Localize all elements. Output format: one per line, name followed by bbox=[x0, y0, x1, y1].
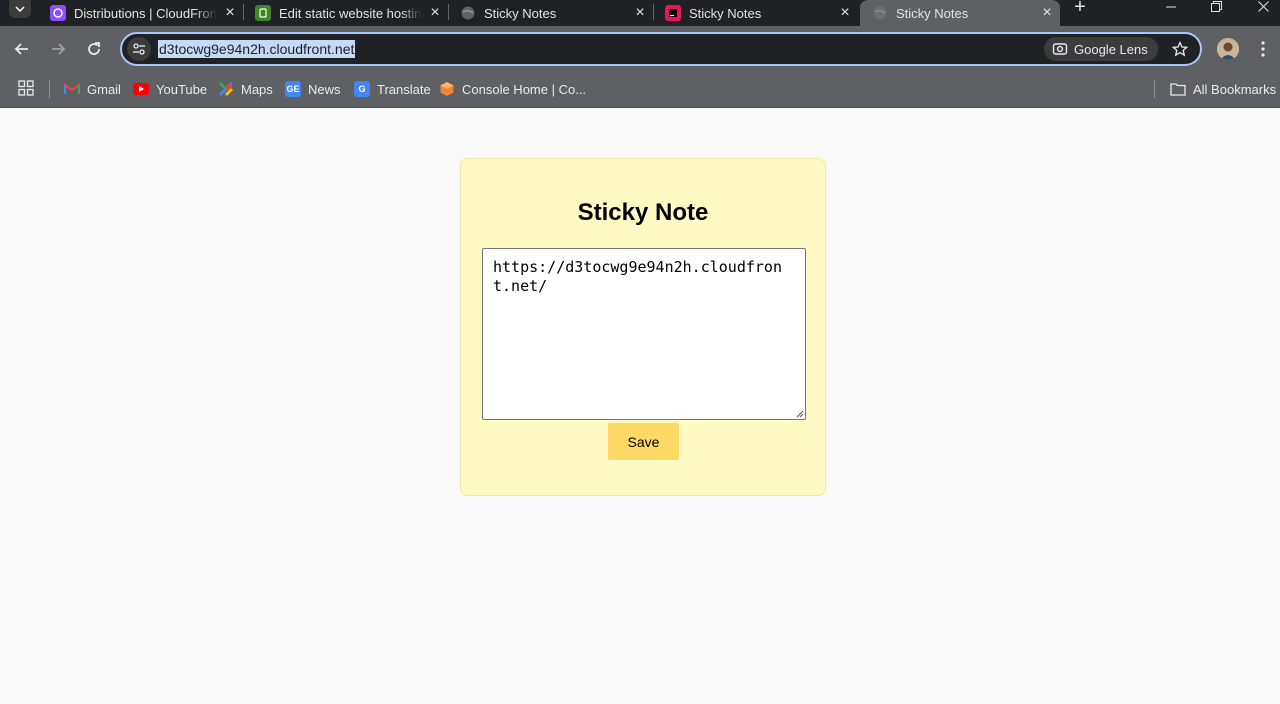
back-arrow-icon[interactable] bbox=[9, 36, 35, 62]
bookmark-label: News bbox=[308, 81, 341, 97]
close-icon[interactable]: × bbox=[217, 4, 243, 22]
news-icon: GE bbox=[285, 81, 301, 97]
gmail-icon bbox=[64, 81, 80, 97]
tab-title: Edit static website hosting bbox=[279, 5, 422, 21]
bookmark-maps[interactable]: Maps bbox=[218, 78, 273, 100]
bookmarks-bar: Gmail YouTube Maps GE News G Translate C… bbox=[0, 72, 1280, 108]
s3-icon bbox=[255, 5, 271, 21]
all-bookmarks-button[interactable]: All Bookmarks bbox=[1170, 78, 1276, 100]
tab-title: Sticky Notes bbox=[484, 5, 557, 21]
forward-arrow-icon[interactable] bbox=[45, 36, 71, 62]
note-textarea[interactable]: https://d3tocwg9e94n2h.cloudfront.net/ bbox=[482, 248, 806, 420]
apps-grid-icon[interactable] bbox=[18, 80, 36, 98]
bookmark-divider bbox=[1154, 80, 1155, 98]
reload-icon[interactable] bbox=[81, 36, 107, 62]
close-icon[interactable]: × bbox=[627, 4, 653, 22]
all-bookmarks-label: All Bookmarks bbox=[1193, 81, 1277, 97]
close-icon[interactable]: × bbox=[832, 4, 858, 22]
save-button[interactable]: Save bbox=[608, 423, 679, 460]
google-lens-button[interactable]: Google Lens bbox=[1044, 37, 1158, 61]
tab-title: Distributions | CloudFront bbox=[74, 5, 217, 21]
tab-title: Sticky Notes bbox=[896, 5, 969, 21]
restore-icon[interactable] bbox=[1201, 0, 1231, 14]
close-window-icon[interactable] bbox=[1248, 0, 1278, 14]
page-title: Sticky Note bbox=[577, 199, 709, 226]
close-icon[interactable]: × bbox=[422, 4, 448, 22]
bookmark-youtube[interactable]: YouTube bbox=[133, 78, 207, 100]
bookmark-label: Gmail bbox=[87, 81, 121, 97]
globe-icon bbox=[460, 5, 476, 21]
tab-sticky-notes-2[interactable]: Sticky Notes × bbox=[653, 0, 858, 26]
camera-lens-icon bbox=[1052, 43, 1068, 55]
new-tab-plus-icon[interactable]: + bbox=[1069, 0, 1091, 17]
bookmark-label: Translate bbox=[377, 81, 431, 97]
more-vert-icon[interactable] bbox=[1252, 38, 1274, 60]
profile-avatar[interactable] bbox=[1217, 38, 1239, 60]
globe-icon bbox=[872, 5, 888, 21]
youtube-icon bbox=[133, 83, 149, 95]
tab-title: Sticky Notes bbox=[689, 5, 762, 21]
bookmark-divider bbox=[49, 80, 50, 98]
sticky-note-card: Sticky Note https://d3tocwg9e94n2h.cloud… bbox=[460, 158, 826, 496]
bookmark-translate[interactable]: G Translate bbox=[354, 78, 431, 100]
close-icon[interactable]: × bbox=[1034, 4, 1060, 22]
maps-icon bbox=[218, 81, 234, 97]
tab-sticky-notes-1[interactable]: Sticky Notes × bbox=[448, 0, 653, 26]
folder-icon bbox=[1170, 81, 1186, 97]
translate-icon: G bbox=[354, 81, 370, 97]
browser-toolbar: d3tocwg9e94n2h.cloudfront.net Google Len… bbox=[0, 26, 1280, 72]
address-bar[interactable]: d3tocwg9e94n2h.cloudfront.net Google Len… bbox=[120, 32, 1202, 66]
bookmark-star-icon[interactable] bbox=[1168, 37, 1192, 61]
bookmark-gmail[interactable]: Gmail bbox=[64, 78, 121, 100]
cloudfront-icon bbox=[50, 5, 66, 21]
bookmark-aws-console[interactable]: Console Home | Co... bbox=[439, 78, 586, 100]
bookmark-label: Console Home | Co... bbox=[462, 81, 587, 97]
resize-grip-icon[interactable] bbox=[795, 409, 804, 418]
tab-strip: Distributions | CloudFront × Edit static… bbox=[0, 0, 1280, 26]
intellij-icon bbox=[665, 5, 681, 21]
bookmark-news[interactable]: GE News bbox=[285, 78, 341, 100]
bookmark-label: YouTube bbox=[156, 81, 208, 97]
tab-sticky-notes-active[interactable]: Sticky Notes × bbox=[860, 0, 1060, 26]
minimize-icon[interactable] bbox=[1156, 0, 1186, 14]
tab-cloudfront[interactable]: Distributions | CloudFront × bbox=[38, 0, 243, 26]
google-lens-label: Google Lens bbox=[1074, 41, 1148, 57]
aws-console-icon bbox=[439, 81, 455, 97]
bookmark-label: Maps bbox=[241, 81, 273, 97]
url-text[interactable]: d3tocwg9e94n2h.cloudfront.net bbox=[158, 40, 356, 58]
tab-search-chevron-icon[interactable] bbox=[9, 0, 31, 18]
site-info-tune-icon[interactable] bbox=[127, 37, 151, 61]
tab-s3-hosting[interactable]: Edit static website hosting × bbox=[243, 0, 448, 26]
